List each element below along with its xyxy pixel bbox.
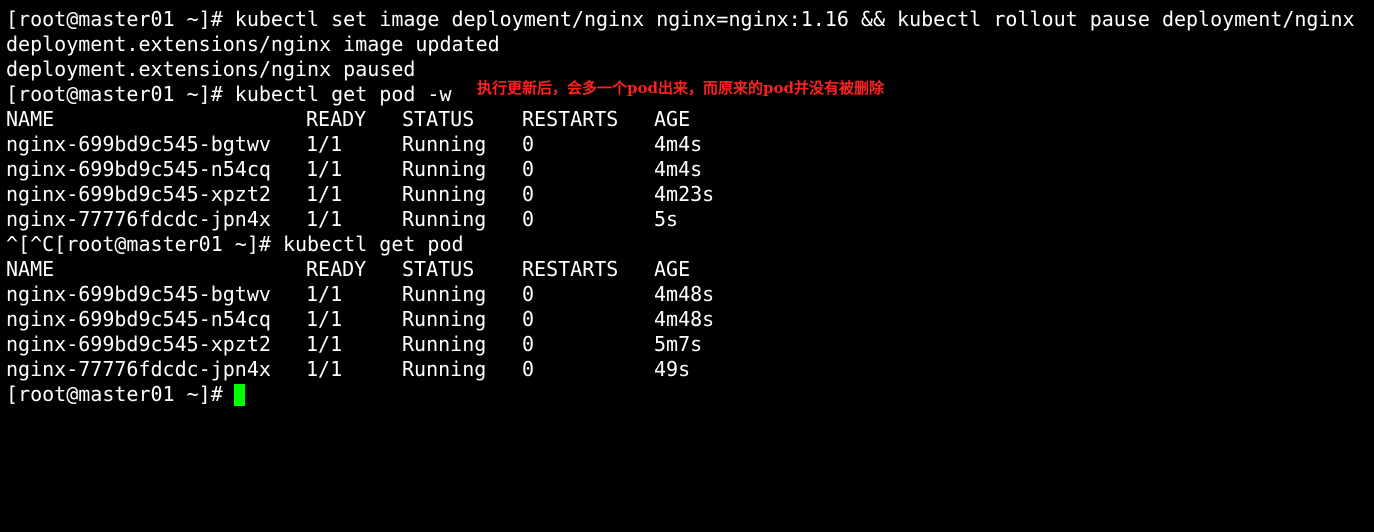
- table-row: nginx-699bd9c545-n54cq 1/1 Running 0 4m4…: [6, 157, 702, 182]
- pod-ready: 1/1: [306, 307, 343, 331]
- table-row: nginx-699bd9c545-bgtwv 1/1 Running 0 4m4…: [6, 132, 702, 157]
- pod-status: Running: [402, 307, 487, 331]
- pod-name: nginx-77776fdcdc-jpn4x: [6, 207, 271, 231]
- table-row: nginx-77776fdcdc-jpn4x 1/1 Running 0 49s: [6, 357, 690, 382]
- table-row: nginx-699bd9c545-xpzt2 1/1 Running 0 5m7…: [6, 332, 702, 357]
- pod-name: nginx-699bd9c545-xpzt2: [6, 332, 271, 356]
- header-ready: READY: [306, 257, 367, 281]
- pod-age: 4m4s: [654, 157, 703, 181]
- pod-status: Running: [402, 332, 487, 356]
- pod-ready: 1/1: [306, 132, 343, 156]
- pod-ready: 1/1: [306, 282, 343, 306]
- header-age: AGE: [654, 107, 691, 131]
- output-image-updated: deployment.extensions/nginx image update…: [6, 32, 500, 56]
- pod-ready: 1/1: [306, 332, 343, 356]
- table1-header: NAME READY STATUS RESTARTS AGE: [6, 107, 690, 132]
- pod-ready: 1/1: [306, 207, 343, 231]
- pod-name: nginx-699bd9c545-n54cq: [6, 307, 271, 331]
- table2-header: NAME READY STATUS RESTARTS AGE: [6, 257, 690, 282]
- pod-age: 5m7s: [654, 332, 703, 356]
- pod-restarts: 0: [522, 282, 535, 306]
- header-status: STATUS: [402, 257, 475, 281]
- shell-prompt: [root@master01 ~]#: [6, 382, 235, 406]
- pod-restarts: 0: [522, 207, 535, 231]
- pod-restarts: 0: [522, 182, 535, 206]
- pod-age: 4m48s: [654, 282, 715, 306]
- pod-name: nginx-77776fdcdc-jpn4x: [6, 357, 271, 381]
- table-row: nginx-699bd9c545-n54cq 1/1 Running 0 4m4…: [6, 307, 714, 332]
- pod-name: nginx-699bd9c545-bgtwv: [6, 282, 271, 306]
- pod-age: 4m48s: [654, 307, 715, 331]
- pod-status: Running: [402, 132, 487, 156]
- pod-status: Running: [402, 357, 487, 381]
- terminal-cursor[interactable]: [234, 384, 245, 406]
- command-line-get-pod: ^[^C[root@master01 ~]# kubectl get pod: [6, 232, 464, 256]
- pod-age: 49s: [654, 357, 691, 381]
- header-name: NAME: [6, 257, 55, 281]
- command-line-set-image: [root@master01 ~]# kubectl set image dep…: [6, 7, 1355, 31]
- pod-status: Running: [402, 282, 487, 306]
- table-row: nginx-699bd9c545-xpzt2 1/1 Running 0 4m2…: [6, 182, 714, 207]
- header-age: AGE: [654, 257, 691, 281]
- pod-age: 4m4s: [654, 132, 703, 156]
- pod-restarts: 0: [522, 132, 535, 156]
- pod-restarts: 0: [522, 307, 535, 331]
- pod-ready: 1/1: [306, 357, 343, 381]
- pod-ready: 1/1: [306, 182, 343, 206]
- command-line-get-pod-watch: [root@master01 ~]# kubectl get pod -w: [6, 82, 452, 106]
- header-name: NAME: [6, 107, 55, 131]
- pod-restarts: 0: [522, 332, 535, 356]
- header-restarts: RESTARTS: [522, 107, 619, 131]
- pod-name: nginx-699bd9c545-xpzt2: [6, 182, 271, 206]
- pod-age: 5s: [654, 207, 679, 231]
- pod-status: Running: [402, 207, 487, 231]
- output-paused: deployment.extensions/nginx paused: [6, 57, 416, 81]
- header-restarts: RESTARTS: [522, 257, 619, 281]
- annotation-note: 执行更新后，会多一个pod出来，而原来的pod并没有被删除: [477, 79, 884, 97]
- header-status: STATUS: [402, 107, 475, 131]
- pod-status: Running: [402, 182, 487, 206]
- pod-ready: 1/1: [306, 157, 343, 181]
- pod-name: nginx-699bd9c545-bgtwv: [6, 132, 271, 156]
- pod-restarts: 0: [522, 157, 535, 181]
- table-row: nginx-699bd9c545-bgtwv 1/1 Running 0 4m4…: [6, 282, 714, 307]
- pod-age: 4m23s: [654, 182, 715, 206]
- terminal-window[interactable]: [root@master01 ~]# kubectl set image dep…: [0, 0, 1374, 418]
- pod-status: Running: [402, 157, 487, 181]
- pod-name: nginx-699bd9c545-n54cq: [6, 157, 271, 181]
- table-row: nginx-77776fdcdc-jpn4x 1/1 Running 0 5s: [6, 207, 678, 232]
- pod-restarts: 0: [522, 357, 535, 381]
- header-ready: READY: [306, 107, 367, 131]
